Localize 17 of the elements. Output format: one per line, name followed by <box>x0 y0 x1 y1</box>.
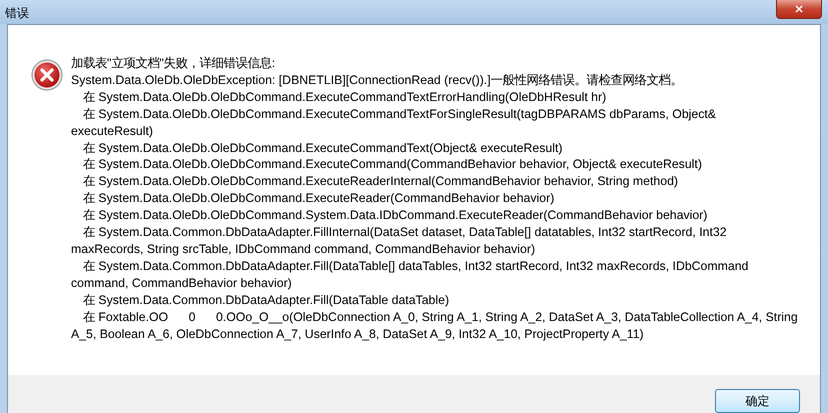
stack-frame: 在 System.Data.OleDb.OleDbCommand.ExecuteReader(CommandBehavior behavior) <box>71 190 800 208</box>
stack-frame: 在 System.Data.OleDb.OleDbCommand.ExecuteCommandTextErrorHandling(OleDbHResult hr) <box>71 88 800 106</box>
stack-frame: 在 System.Data.OleDb.OleDbCommand.ExecuteReaderInternal(CommandBehavior behavior, String method) <box>71 173 800 190</box>
exception-message: System.Data.OleDb.OleDbException: [DBNETLIB][ConnectionRead (recv()).]一般性网络错误。请检查网络文档。 <box>71 72 684 89</box>
window-title: 错误 <box>4 5 29 22</box>
error-icon <box>31 59 63 91</box>
error-heading: 加载表"立项文档"失败，详细错误信息: <box>71 55 276 72</box>
ok-button[interactable]: 确定 <box>715 389 800 413</box>
stack-frame: 在 System.Data.OleDb.OleDbCommand.ExecuteCommandText(Object& executeResult) <box>71 140 800 156</box>
stack-frame: 在 System.Data.Common.DbDataAdapter.Fill(DataTable dataTable) <box>71 292 800 309</box>
stack-frame: 在 System.Data.Common.DbDataAdapter.Fill(DataTable[] dataTables, Int32 startRecord, Int32 maxRecords, IDbCommand command, CommandBehavior behavior) <box>71 258 800 292</box>
stack-frame: 在 Foxtable.OO 0 0.OOo_O__o(OleDbConnection A_0, String A_1, String A_2, DataSet A_3, DataTableCollection A_4, String A_5, Boolean A_6, OleDbConnection A_7, UserInfo A_8, DataSet A_9, Int32 A_10, ProjectProperty A_11) <box>71 308 800 342</box>
stack-frame: 在 System.Data.Common.DbDataAdapter.FillInternal(DataSet dataset, DataTable[] datatables, Int32 startRecord, Int32 maxRecords, String srcTable, IDbCommand command, CommandBehavior behavior) <box>71 224 800 258</box>
stack-frame: 在 System.Data.OleDb.OleDbCommand.ExecuteCommand(CommandBehavior behavior, Object& executeResult) <box>71 156 800 174</box>
stack-frame: 在 System.Data.OleDb.OleDbCommand.ExecuteCommandTextForSingleResult(tagDBPARAMS dbParams, Object& executeResult) <box>71 106 800 140</box>
close-button[interactable]: ✕ <box>776 0 822 19</box>
stack-frame: 在 System.Data.OleDb.OleDbCommand.System.Data.IDbCommand.ExecuteReader(CommandBehavior behavior) <box>71 207 800 224</box>
